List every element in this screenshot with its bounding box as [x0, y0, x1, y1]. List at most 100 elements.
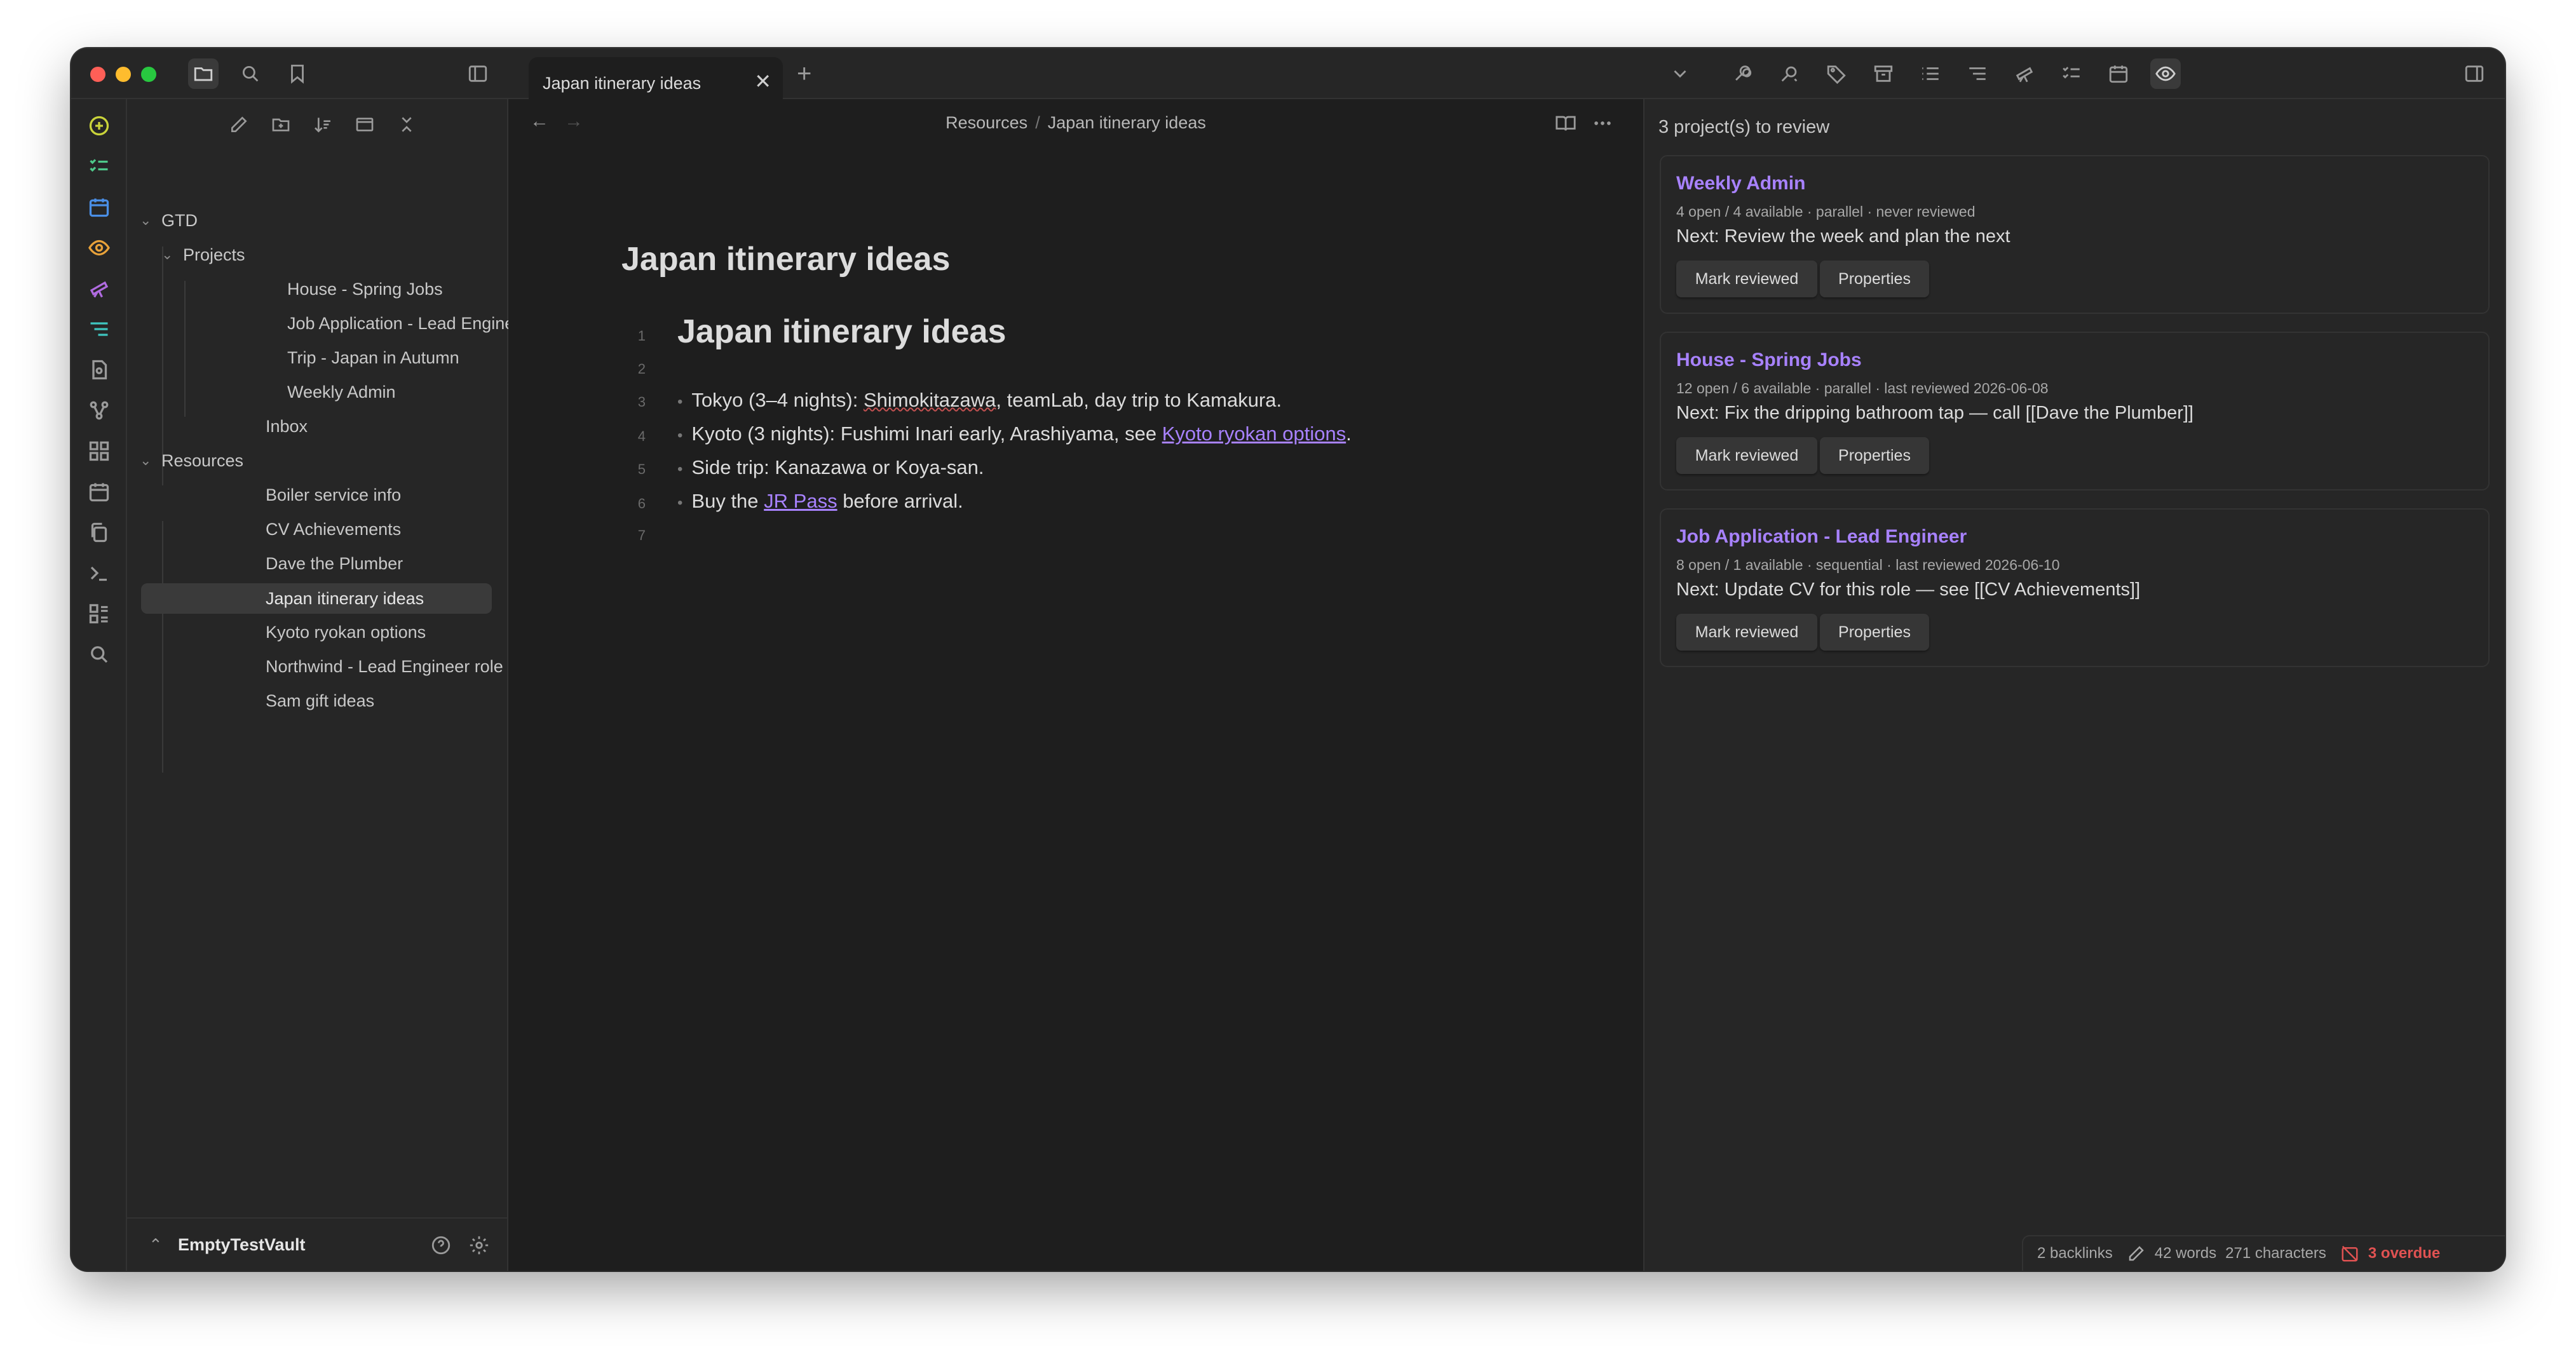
- edit-mode-icon[interactable]: [2127, 1244, 2146, 1263]
- file-explorer-toolbar: [127, 99, 507, 147]
- file-label: Job Application - Lead Engineer: [287, 313, 530, 333]
- inline-title[interactable]: Japan itinerary ideas: [621, 240, 950, 278]
- project-meta: 12 open / 6 available · parallel · last …: [1676, 380, 2049, 396]
- new-tab-button[interactable]: +: [797, 60, 811, 88]
- gtd-next-actions-icon[interactable]: [1774, 58, 1805, 89]
- daily-note-icon[interactable]: [84, 477, 114, 507]
- file-dave-plumber[interactable]: Dave the Plumber: [266, 548, 403, 579]
- new-folder-icon[interactable]: [267, 111, 295, 139]
- more-options-icon[interactable]: [1587, 108, 1618, 139]
- file-house-spring-jobs[interactable]: House - Spring Jobs: [287, 273, 443, 305]
- internal-link-kyoto-ryokan[interactable]: Kyoto ryokan options: [1162, 423, 1346, 445]
- file-explorer-icon[interactable]: [188, 58, 219, 89]
- properties-button[interactable]: Properties: [1820, 437, 1929, 474]
- project-title-link[interactable]: Weekly Admin: [1676, 173, 1805, 194]
- heading-line[interactable]: Japan itinerary ideas: [677, 313, 1006, 351]
- file-label: Inbox: [266, 416, 308, 436]
- file-boiler-service[interactable]: Boiler service info: [266, 479, 401, 511]
- project-meta: 8 open / 1 available · sequential · last…: [1676, 557, 2060, 573]
- quick-capture-icon[interactable]: [84, 111, 114, 141]
- file-trip-japan[interactable]: Trip - Japan in Autumn: [287, 342, 459, 374]
- search-icon[interactable]: [235, 58, 266, 89]
- file-job-application[interactable]: Job Application - Lead Engineer: [287, 308, 529, 339]
- document-search-icon[interactable]: [84, 355, 114, 385]
- review-eye-icon[interactable]: [84, 233, 114, 263]
- tag-icon[interactable]: [1821, 58, 1852, 89]
- checklist-icon[interactable]: [2056, 58, 2087, 89]
- search-ribbon-icon[interactable]: [84, 639, 114, 670]
- dashboard-icon[interactable]: [84, 598, 114, 629]
- help-icon[interactable]: [426, 1230, 456, 1261]
- vault-switcher-icon[interactable]: ⌃: [149, 1235, 163, 1255]
- folder-projects[interactable]: ⌄ Projects: [161, 239, 245, 271]
- tab-list-chevron-icon[interactable]: [1665, 58, 1695, 89]
- review-calendar-icon[interactable]: [84, 192, 114, 222]
- terminal-icon[interactable]: [84, 558, 114, 588]
- auto-reveal-icon[interactable]: [351, 111, 379, 139]
- minimize-window-button[interactable]: [116, 67, 131, 82]
- folder-resources[interactable]: ⌄ Resources: [140, 445, 243, 477]
- zoom-window-button[interactable]: [141, 67, 156, 82]
- tab-japan-itinerary[interactable]: Japan itinerary ideas ✕: [529, 57, 783, 99]
- file-cv-achievements[interactable]: CV Achievements: [266, 513, 401, 545]
- line-text: .: [1346, 423, 1352, 445]
- properties-button[interactable]: Properties: [1820, 614, 1929, 651]
- breadcrumb-current[interactable]: Japan itinerary ideas: [1048, 113, 1206, 132]
- settings-gear-icon[interactable]: [464, 1230, 494, 1261]
- line-text: Side trip: Kanazawa or Koya-san.: [691, 456, 984, 478]
- eye-icon[interactable]: [2150, 58, 2181, 89]
- someday-telescope-icon[interactable]: [84, 273, 114, 304]
- new-note-icon[interactable]: [225, 111, 253, 139]
- graph-icon[interactable]: [84, 395, 114, 426]
- list-icon[interactable]: [1915, 58, 1946, 89]
- close-tab-icon[interactable]: ✕: [754, 71, 771, 91]
- line-number: 1: [637, 328, 646, 344]
- mark-reviewed-button[interactable]: Mark reviewed: [1676, 437, 1817, 474]
- mark-reviewed-button[interactable]: Mark reviewed: [1676, 260, 1817, 297]
- internal-link-jr-pass[interactable]: JR Pass: [764, 490, 837, 512]
- overdue-count[interactable]: 3 overdue: [2368, 1245, 2440, 1262]
- collapse-all-icon[interactable]: [393, 111, 421, 139]
- folder-gtd[interactable]: ⌄ GTD: [140, 205, 198, 236]
- list-item[interactable]: • Side trip: Kanazawa or Koya-san.: [677, 456, 984, 479]
- file-japan-itinerary[interactable]: Japan itinerary ideas: [141, 583, 492, 614]
- breadcrumb-parent[interactable]: Resources: [946, 113, 1027, 132]
- list-item[interactable]: • Kyoto (3 nights): Fushimi Inari early, …: [677, 423, 1352, 445]
- project-title-link[interactable]: Job Application - Lead Engineer: [1676, 526, 1967, 548]
- bookmark-icon[interactable]: [282, 58, 313, 89]
- list-item[interactable]: • Buy the JR Pass before arrival.: [677, 490, 963, 513]
- file-sam-gift-ideas[interactable]: Sam gift ideas: [266, 685, 374, 717]
- list-item[interactable]: • Tokyo (3–4 nights): Shimokitazawa, team…: [677, 389, 1282, 412]
- sort-icon[interactable]: [309, 111, 337, 139]
- bullet-dot: •: [677, 494, 683, 511]
- project-next-action: Next: Update CV for this role — see [[CV…: [1676, 579, 2141, 600]
- outline-icon[interactable]: [1962, 58, 1993, 89]
- telescope-icon[interactable]: [2009, 58, 2040, 89]
- canvas-icon[interactable]: [84, 436, 114, 466]
- file-kyoto-ryokan[interactable]: Kyoto ryokan options: [266, 616, 426, 648]
- file-northwind[interactable]: Northwind - Lead Engineer role: [266, 651, 503, 682]
- toggle-left-sidebar-icon[interactable]: [463, 58, 493, 89]
- backlinks-count[interactable]: 2 backlinks: [2037, 1245, 2113, 1262]
- calendar-clock-icon[interactable]: [2103, 58, 2134, 89]
- gtd-process-icon[interactable]: [1727, 58, 1758, 89]
- toggle-right-sidebar-icon[interactable]: [2459, 58, 2490, 89]
- tasks-icon[interactable]: [84, 151, 114, 182]
- project-title-link[interactable]: House - Spring Jobs: [1676, 349, 1862, 371]
- file-inbox[interactable]: Inbox: [266, 410, 308, 442]
- templates-icon[interactable]: [84, 517, 114, 548]
- archive-icon[interactable]: [1868, 58, 1899, 89]
- outline-ribbon-icon[interactable]: [84, 314, 114, 344]
- mark-reviewed-button[interactable]: Mark reviewed: [1676, 614, 1817, 651]
- overdue-icon[interactable]: [2340, 1244, 2359, 1263]
- file-label: Trip - Japan in Autumn: [287, 348, 459, 367]
- file-label: Northwind - Lead Engineer role: [266, 656, 503, 676]
- close-window-button[interactable]: [90, 67, 105, 82]
- file-weekly-admin[interactable]: Weekly Admin: [287, 376, 396, 408]
- reading-view-icon[interactable]: [1550, 108, 1581, 139]
- review-card: House - Spring Jobs 12 open / 6 availabl…: [1660, 332, 2490, 490]
- properties-button[interactable]: Properties: [1820, 260, 1929, 297]
- review-header: 3 project(s) to review: [1658, 117, 1830, 137]
- vault-name[interactable]: EmptyTestVault: [178, 1235, 306, 1255]
- project-next-action: Next: Review the week and plan the next: [1676, 226, 2010, 247]
